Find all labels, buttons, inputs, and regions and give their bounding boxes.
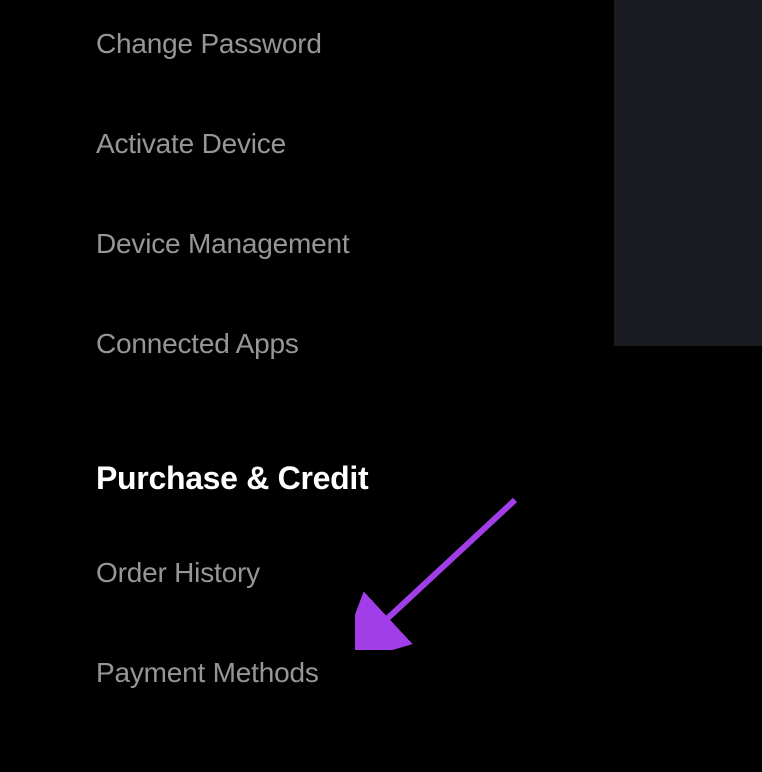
menu-item-label: Payment Methods xyxy=(96,657,319,688)
menu-item-label: Order History xyxy=(96,557,260,588)
menu-item-label: Activate Device xyxy=(96,128,286,159)
menu-item-label: Change Password xyxy=(96,28,322,59)
section-heading-purchase-credit: Purchase & Credit xyxy=(96,460,762,497)
menu-item-payment-methods[interactable]: Payment Methods xyxy=(96,657,762,689)
menu-item-label: Device Management xyxy=(96,228,349,259)
side-panel xyxy=(614,0,762,346)
menu-item-order-history[interactable]: Order History xyxy=(96,557,762,589)
section-heading-label: Purchase & Credit xyxy=(96,460,368,496)
menu-item-label: Connected Apps xyxy=(96,328,299,359)
